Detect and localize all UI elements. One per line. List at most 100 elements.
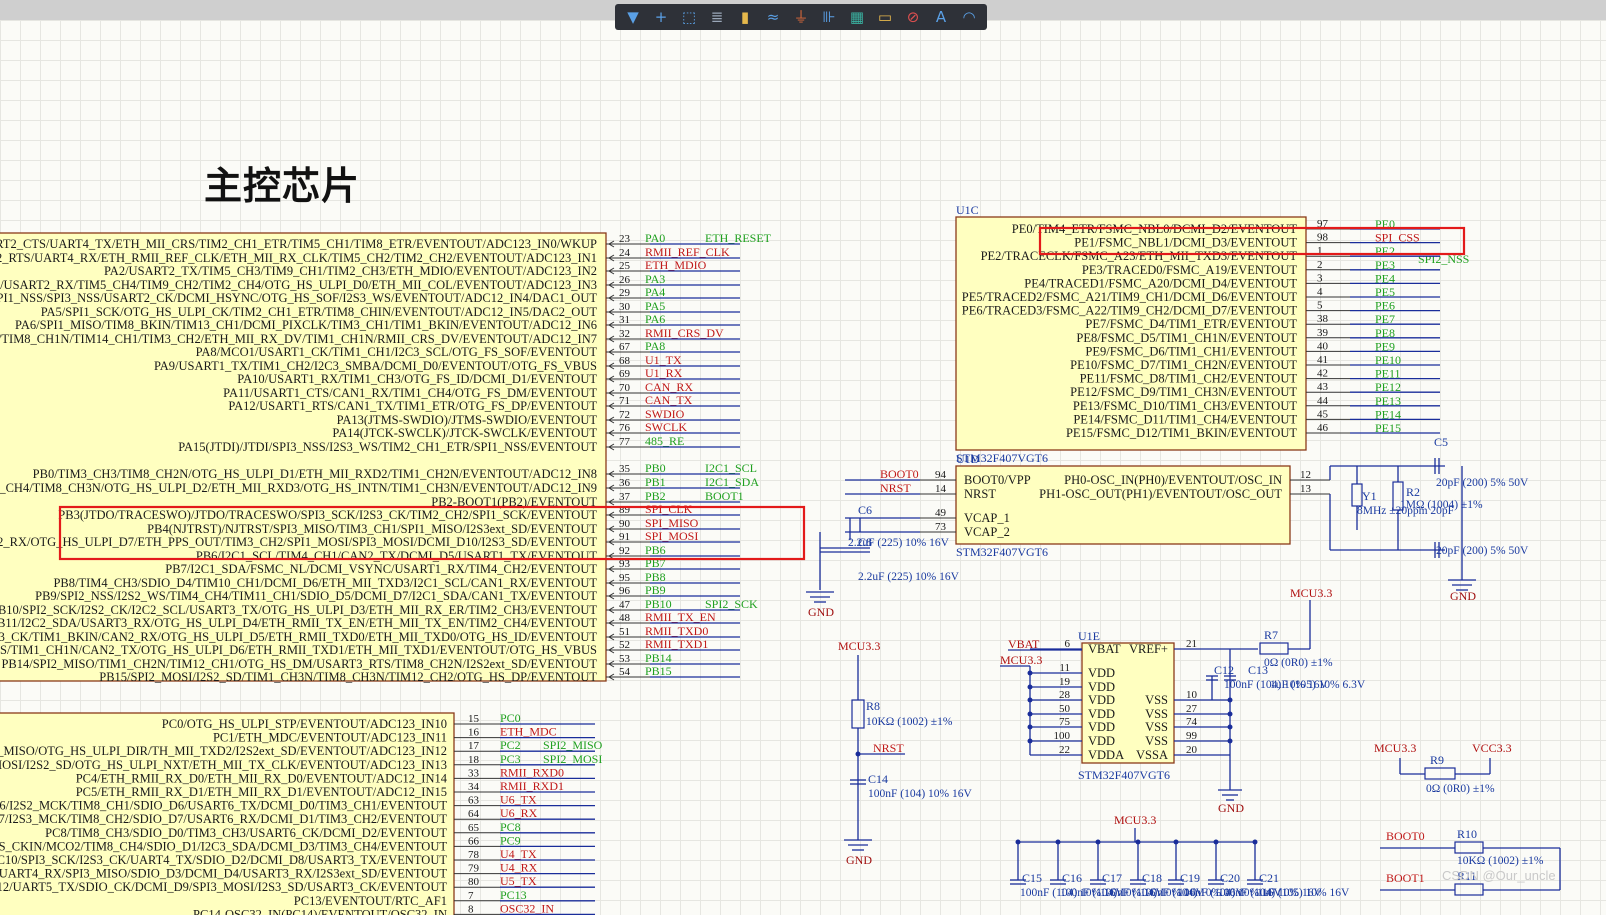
u1a-net-label: PB6 (645, 543, 666, 557)
junction (1213, 839, 1219, 845)
cap-value-c21: 1uF (105) 10% 16V (1257, 887, 1350, 899)
u1a-pin-number: 68 (619, 355, 631, 367)
u1a-pin-number: 29 (619, 287, 631, 299)
u1b-pin-label: PC0/OTG_HS_ULPI_STP/EVENTOUT/ADC123_IN10 (162, 717, 447, 731)
u1a-net-label: PA8 (645, 339, 665, 353)
u1e-pin-label: VDDA (1088, 748, 1124, 762)
u1c-pin-label: PE11/FSMC_D8/TIM1_CH2/EVENTOUT (1080, 372, 1298, 386)
u1a-net-label: RMII_TX_EN (645, 610, 716, 624)
u1a-pin-label: PA3/USART2_RX/TIM5_CH4/TIM9_CH2/TIM2_CH4… (0, 278, 597, 292)
u1b-net-label: PC8 (500, 820, 521, 834)
u1e-pin-number: 21 (1186, 638, 1197, 650)
u1a-pin-label: PA9/USART1_TX/TIM1_CH2/I2C3_SMBA/DCMI_D0… (154, 359, 597, 373)
junction (1027, 711, 1033, 717)
u1e-pin-number: 10 (1186, 689, 1198, 701)
mcu33-label-r9: MCU3.3 (1374, 741, 1416, 755)
u1b-pin-number: 64 (468, 808, 480, 820)
u1a-pin-number: 89 (619, 504, 631, 516)
u1b-pin-number: 17 (468, 740, 480, 752)
u1a-pin-number: 72 (619, 409, 630, 421)
schematic-drawing: ART2_CTS/UART4_TX/ETH_MII_CRS/TIM2_CH1_E… (0, 203, 1561, 915)
mcu33-label-bottom: MCU3.3 (1114, 813, 1156, 827)
u1d-pin-number: 14 (935, 483, 947, 495)
u1c-pin-label: PE12/FSMC_D9/TIM1_CH3N/EVENTOUT (1070, 385, 1297, 399)
u1a-net-label: PB8 (645, 570, 666, 584)
u1b-net-label: U4_RX (500, 861, 538, 875)
u1c-pin-label: PE2/TRACECLK/FSMC_A23/ETH_MII_TXD3/EVENT… (981, 249, 1298, 263)
u1a-net-label: SPI_MISO (645, 516, 699, 530)
u1a-pin-number: 77 (619, 436, 631, 448)
u1e-pin-number: 99 (1186, 730, 1198, 742)
u1a-pin-number: 70 (619, 382, 631, 394)
u1a-pin-label: PB14/SPI2_MISO/TIM1_CH2N/TIM12_CH1/OTG_H… (1, 657, 597, 671)
u1b-pin-number: 66 (468, 835, 480, 847)
u1a-pin-number: 36 (619, 477, 631, 489)
u1e-pin-number: 50 (1059, 703, 1071, 715)
r8-body (851, 699, 865, 729)
sheet-title: 主控芯片 (204, 164, 361, 208)
u1d-pin-number: 94 (935, 469, 947, 481)
u1a-pin-label: _CTS/TIM1_CH1N/CAN2_TX/OTG_HS_ULPI_D6/ET… (0, 643, 597, 657)
u1a-pin-number: 35 (619, 463, 631, 475)
u1b-pin-number: 34 (468, 781, 480, 793)
u1c-pin-label: PE8/FSMC_D5/TIM1_CH1N/EVENTOUT (1076, 331, 1297, 345)
u1b-pin-number: 78 (468, 849, 480, 861)
r7-value: 0Ω (0R0) ±1% (1264, 657, 1333, 669)
u1c-pin-number: 41 (1317, 354, 1328, 366)
junction (1227, 738, 1233, 744)
u1a-net-label: RMII_CRS_DV (645, 326, 724, 340)
schematic-canvas[interactable]: ▼ + ⬚ ≣ ▮ ≈ ⏚ ⊪ ▦ ▭ ⊘ A ◠ ART2_CTS/UART4_TX/ETH_MII_… (0, 0, 1606, 915)
u1c-pin-label: PE10/FSMC_D7/TIM1_CH2N/EVENTOUT (1070, 358, 1297, 372)
u1d-net-label: BOOT0 (880, 467, 919, 481)
u1e-pin-label: VSS (1145, 720, 1168, 734)
u1b-pin-label: PC6/I2S2_MCK/TIM8_CH1/SDIO_D6/USART6_TX/… (0, 799, 447, 813)
u1d-pin-number: 13 (1300, 483, 1312, 495)
cap-ref-c17: C17 (1102, 871, 1122, 885)
u1b-pin-label: PC1/ETH_MDC/EVENTOUT/ADC123_IN11 (213, 731, 447, 745)
r8-ref: R8 (866, 699, 880, 713)
u1b-pin-label: PC14-OSC32_IN(PC14)/EVENTOUT/OSC32_IN (193, 907, 447, 915)
c14-ref: C14 (868, 772, 888, 786)
u1e-pin-number: 28 (1059, 689, 1071, 701)
u1a-pin-number: 91 (619, 531, 630, 543)
u1c-pin-number: 98 (1317, 232, 1329, 244)
u1b-net-label: PC3 (500, 752, 521, 766)
junction (1252, 839, 1258, 845)
u1a-pin-label: RT2_RTS/UART4_RX/ETH_RMII_REF_CLK/ETH_MI… (0, 251, 597, 265)
r7-ref: R7 (1264, 628, 1278, 642)
u1e-part: STM32F407VGT6 (1078, 768, 1170, 782)
u1a-pin-number: 26 (619, 274, 631, 286)
u1d-ref: U1D (956, 452, 980, 466)
u1a-pin-number: 32 (619, 328, 630, 340)
u1a-net-label: U1_TX (645, 353, 682, 367)
c13-value: 1uF (105) 10% 6.3V (1270, 679, 1366, 691)
u1a-net-label: RMII_REF_CLK (645, 245, 730, 259)
u1a-net-label: SPI_CLK (645, 502, 693, 516)
u1b-pin-number: 79 (468, 863, 480, 875)
u1a-pin-label: PA12/USART1_RTS/CAN1_TX/TIM1_ETR/OTG_FS_… (228, 399, 597, 413)
u1a-pin-number: 76 (619, 422, 631, 434)
u1c-pin-label: PE5/TRACED2/FSMC_A21/TIM9_CH1/DCMI_D6/EV… (962, 290, 1298, 304)
gnd-label-c14: GND (846, 853, 872, 867)
u1e-pin-label: VREF+ (1129, 642, 1168, 656)
u1b-pin-label: _MOSI/I2S2_SD/OTG_HS_ULPI_NXT/ETH_MII_TX… (0, 758, 447, 772)
cap-ref-c15: C15 (1022, 871, 1042, 885)
u1b-net-label: ETH_MDC (500, 725, 557, 739)
u1e-pin-number: 27 (1186, 703, 1198, 715)
u1b-net-label: U6_RX (500, 806, 538, 820)
u1a-net-label: SWDIO (645, 407, 685, 421)
cap-ref-c16: C16 (1062, 871, 1082, 885)
u1a-net-label-2: I2C1_SDA (705, 475, 759, 489)
u1b-net-label: U4_TX (500, 847, 537, 861)
u1a-net-label: ETH_MDIO (645, 258, 707, 272)
vbat-label: VBAT (1008, 637, 1040, 651)
junction (1227, 711, 1233, 717)
u1b-net-label-2: SPI2_MOSI (543, 752, 602, 766)
u1a-pin-number: 71 (619, 395, 630, 407)
gnd-label-xtal: GND (1450, 589, 1476, 603)
u1a-pin-number: 69 (619, 368, 631, 380)
u1e-pin-label: VSS (1145, 734, 1168, 748)
u1b-net-label: U6_TX (500, 793, 537, 807)
u1c-pin-label: PE9/FSMC_D6/TIM1_CH1/EVENTOUT (1085, 344, 1297, 358)
u1a-net-label: SPI_MOSI (645, 529, 698, 543)
